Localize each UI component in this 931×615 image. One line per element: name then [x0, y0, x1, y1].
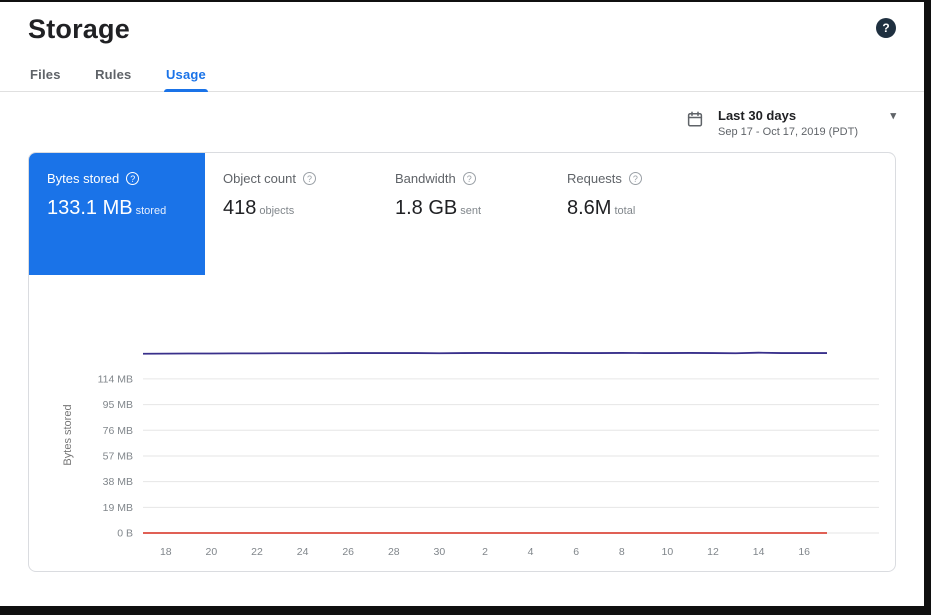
- x-tick-label: 18: [160, 546, 172, 558]
- metric-label: Requests: [567, 171, 622, 186]
- y-tick-label: 95 MB: [103, 399, 133, 411]
- date-range-text: Last 30 days ▾ Sep 17 - Oct 17, 2019 (PD…: [718, 108, 896, 138]
- x-tick-label: 16: [798, 546, 810, 558]
- y-tick-label: 38 MB: [103, 476, 133, 488]
- y-axis-title: Bytes stored: [62, 404, 74, 465]
- metric-tile-bandwidth[interactable]: Bandwidth ? 1.8 GBsent: [377, 153, 549, 238]
- x-tick-label: 8: [619, 546, 625, 558]
- x-tick-label: 10: [662, 546, 674, 558]
- x-tick-label: 26: [342, 546, 354, 558]
- help-circle-icon: ?: [463, 172, 476, 185]
- y-tick-label: 114 MB: [98, 373, 133, 385]
- metric-unit: total: [614, 205, 635, 217]
- help-circle-icon: ?: [126, 172, 139, 185]
- y-tick-label: 76 MB: [103, 425, 133, 437]
- metric-value: 133.1 MB: [47, 197, 133, 219]
- x-tick-label: 12: [707, 546, 719, 558]
- date-range-detail: Sep 17 - Oct 17, 2019 (PDT): [718, 126, 896, 138]
- metric-value: 1.8 GB: [395, 197, 457, 219]
- chevron-down-icon: ▾: [890, 109, 896, 122]
- metric-label: Bandwidth: [395, 171, 456, 186]
- metric-value: 8.6M: [567, 197, 611, 219]
- storage-page: Storage ? Files Rules Usage: [0, 2, 924, 606]
- y-tick-label: 57 MB: [103, 450, 133, 462]
- calendar-icon: [686, 110, 704, 128]
- metrics-row: Bytes stored ? 133.1 MBstored Object cou…: [29, 153, 895, 275]
- page-header: Storage ?: [28, 2, 896, 45]
- x-tick-label: 24: [297, 546, 309, 558]
- metric-label: Bytes stored: [47, 171, 119, 186]
- metric-unit: objects: [259, 205, 294, 217]
- bytes-stored-line-chart: Bytes stored 0 B 19 MB 38 MB 57 MB 76 MB 95 MB…: [55, 321, 887, 563]
- help-circle-icon: ?: [303, 172, 316, 185]
- y-tick-label: 19 MB: [103, 502, 133, 514]
- date-range-selector[interactable]: Last 30 days ▾ Sep 17 - Oct 17, 2019 (PD…: [686, 108, 896, 138]
- date-range-label: Last 30 days: [718, 108, 796, 123]
- series-line-bytes-stored: [143, 353, 827, 354]
- x-tick-label: 14: [753, 546, 765, 558]
- metric-label: Object count: [223, 171, 296, 186]
- x-tick-label: 4: [528, 546, 534, 558]
- page-title: Storage: [28, 14, 130, 45]
- x-tick-label: 20: [206, 546, 218, 558]
- app-window: Storage ? Files Rules Usage: [0, 0, 931, 615]
- tab-files[interactable]: Files: [28, 61, 63, 91]
- x-tick-label: 6: [573, 546, 579, 558]
- metric-value: 418: [223, 197, 256, 219]
- metric-tile-requests[interactable]: Requests ? 8.6Mtotal: [549, 153, 721, 238]
- x-tick-label: 22: [251, 546, 263, 558]
- metric-unit: sent: [460, 205, 481, 217]
- tab-bar: Files Rules Usage: [0, 61, 924, 92]
- toolbar: Last 30 days ▾ Sep 17 - Oct 17, 2019 (PD…: [28, 92, 896, 152]
- metric-tile-bytes-stored[interactable]: Bytes stored ? 133.1 MBstored: [29, 153, 205, 275]
- usage-chart: Bytes stored 0 B 19 MB 38 MB 57 MB 76 MB 95 MB…: [29, 275, 895, 571]
- x-tick-label: 30: [434, 546, 446, 558]
- usage-card: Bytes stored ? 133.1 MBstored Object cou…: [28, 152, 896, 572]
- tab-usage[interactable]: Usage: [164, 61, 208, 91]
- help-button[interactable]: ?: [876, 18, 896, 38]
- metric-tile-object-count[interactable]: Object count ? 418objects: [205, 153, 377, 238]
- metric-unit: stored: [136, 205, 167, 217]
- x-tick-label: 28: [388, 546, 400, 558]
- help-circle-icon: ?: [629, 172, 642, 185]
- y-tick-label: 0 B: [117, 528, 133, 540]
- tab-rules[interactable]: Rules: [93, 61, 133, 91]
- x-tick-label: 2: [482, 546, 488, 558]
